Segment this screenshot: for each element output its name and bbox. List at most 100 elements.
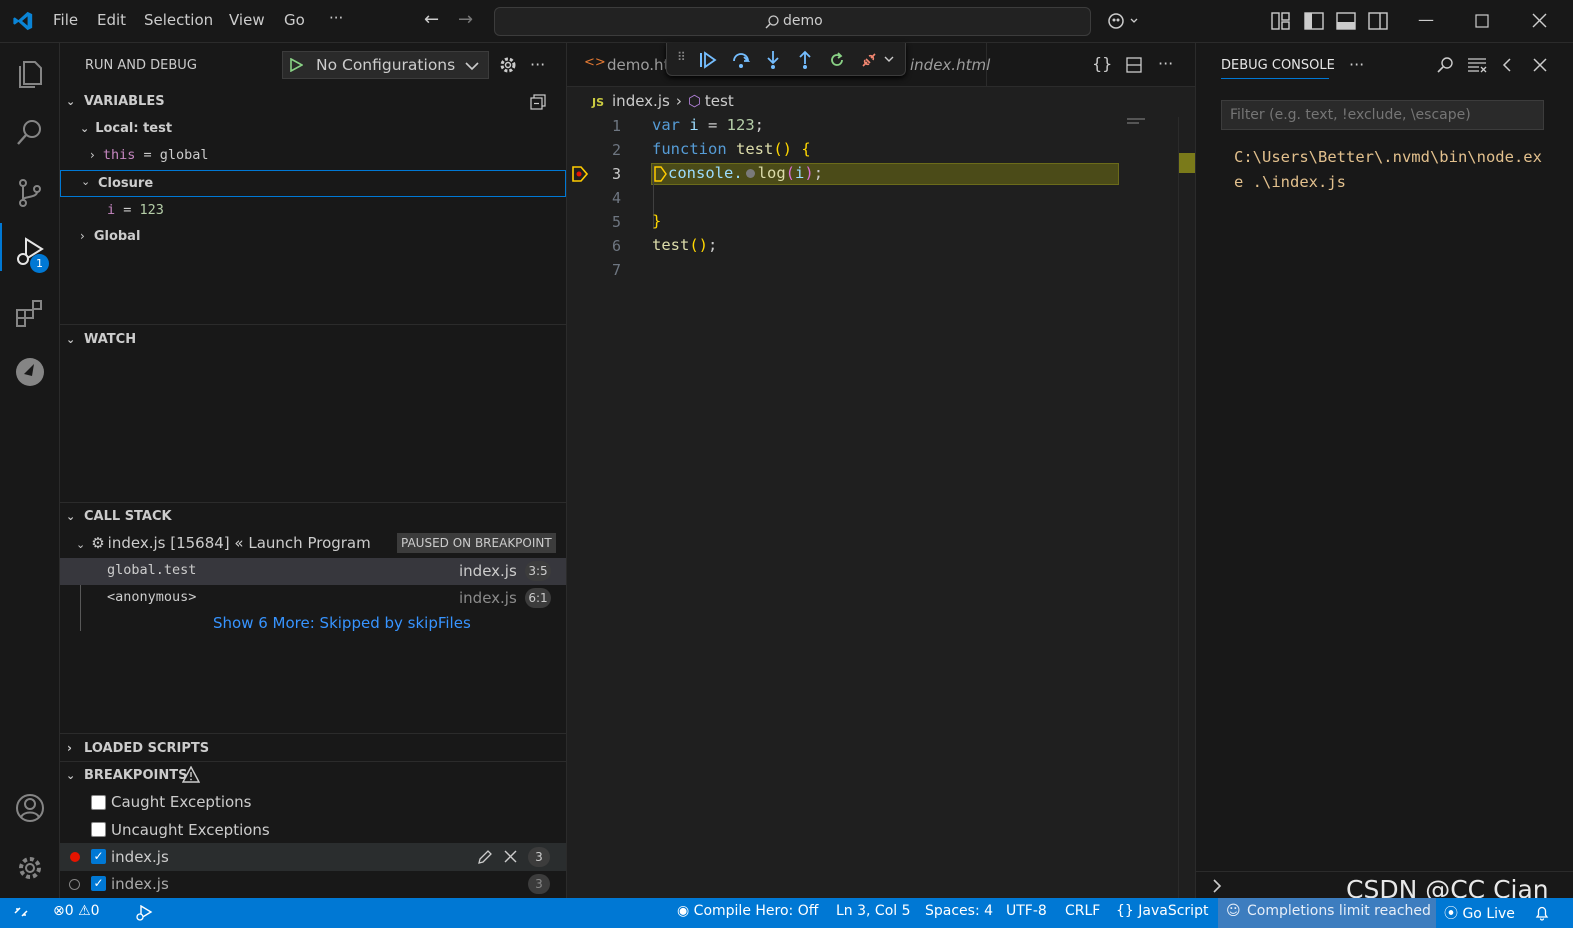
show-more-frames-link[interactable]: Show 6 More: Skipped by skipFiles bbox=[213, 614, 471, 632]
thread-row[interactable]: ⌄ ⚙ index.js [15684] « Launch Program bbox=[76, 534, 371, 552]
edit-pencil-icon[interactable] bbox=[477, 849, 493, 865]
close-window-icon[interactable] bbox=[1532, 13, 1547, 28]
copilot-icon[interactable] bbox=[1107, 11, 1139, 31]
language-mode[interactable]: {} JavaScript bbox=[1116, 903, 1208, 919]
menu-file[interactable]: File bbox=[53, 11, 78, 29]
menu-edit[interactable]: Edit bbox=[97, 11, 126, 29]
step-over-icon[interactable] bbox=[731, 51, 751, 69]
minimap[interactable] bbox=[1127, 116, 1147, 126]
menu-more[interactable]: ··· bbox=[329, 9, 343, 27]
toggle-primary-sidebar-icon[interactable] bbox=[1304, 12, 1324, 30]
chevron-down-icon: ⌄ bbox=[66, 95, 76, 108]
split-editor-icon[interactable] bbox=[1126, 57, 1142, 73]
code-line-5[interactable]: } bbox=[652, 212, 661, 230]
more-actions-icon[interactable]: ··· bbox=[530, 55, 545, 74]
manage-gear-icon[interactable] bbox=[14, 852, 46, 884]
activity-bar: 1 bbox=[0, 43, 60, 898]
token-bracket: () bbox=[689, 236, 708, 254]
code-line-1[interactable]: var i = 123; bbox=[652, 116, 764, 134]
token-function: log bbox=[757, 164, 786, 182]
stack-frame-row[interactable]: <anonymous> index.js 6:1 bbox=[60, 585, 566, 612]
remote-explorer-icon[interactable] bbox=[14, 356, 46, 388]
code-line-3[interactable]: console. log(i); bbox=[652, 164, 823, 182]
breakpoints-section-header[interactable]: ⌄ BREAKPOINTS bbox=[60, 763, 566, 787]
code-line-2[interactable]: function test() { bbox=[652, 140, 811, 158]
variables-section-header[interactable]: ⌄ VARIABLES bbox=[60, 89, 566, 113]
code-line-6[interactable]: test(); bbox=[652, 236, 717, 254]
drag-handle-icon[interactable]: ⠿ bbox=[677, 50, 686, 64]
close-panel-icon[interactable] bbox=[1533, 58, 1547, 72]
breakpoint-row[interactable]: ✓ index.js 3 bbox=[60, 843, 566, 871]
chevron-left-icon[interactable] bbox=[1502, 58, 1512, 72]
search-icon[interactable] bbox=[1436, 56, 1454, 74]
maximize-icon[interactable] bbox=[1475, 14, 1489, 28]
scope-closure-row[interactable]: ⌄ Closure bbox=[60, 170, 566, 197]
more-actions-icon[interactable]: ··· bbox=[1349, 55, 1364, 74]
eol-status[interactable]: CRLF bbox=[1065, 903, 1100, 919]
command-center-search[interactable]: demo bbox=[494, 7, 1091, 36]
step-into-icon[interactable] bbox=[764, 50, 782, 70]
cursor-position[interactable]: Ln 3, Col 5 bbox=[836, 903, 911, 919]
customize-layout-icon[interactable] bbox=[1271, 12, 1291, 30]
variable-this-row[interactable]: › this = global bbox=[90, 147, 209, 163]
checkbox-checked[interactable]: ✓ bbox=[91, 876, 106, 891]
watch-section-header[interactable]: ⌄ WATCH bbox=[60, 327, 566, 351]
toggle-panel-icon[interactable] bbox=[1336, 12, 1356, 30]
continue-icon[interactable] bbox=[699, 51, 717, 69]
scrollbar-track[interactable] bbox=[1178, 117, 1179, 898]
breakpoint-row[interactable]: ✓ index.js 3 bbox=[60, 871, 566, 898]
loaded-scripts-section-header[interactable]: › LOADED SCRIPTS bbox=[60, 736, 566, 760]
language-label: JavaScript bbox=[1138, 903, 1209, 919]
compile-hero-status[interactable]: ◉ Compile Hero: Off bbox=[677, 903, 818, 919]
token-function: test bbox=[726, 140, 774, 158]
toggle-secondary-sidebar-icon[interactable] bbox=[1368, 12, 1388, 30]
checkbox-checked[interactable]: ✓ bbox=[91, 849, 106, 864]
search-view-icon[interactable] bbox=[14, 117, 46, 149]
notifications-bell-icon[interactable] bbox=[1535, 905, 1549, 921]
vscode-logo-icon bbox=[13, 11, 33, 31]
debug-config-dropdown[interactable]: No Configurations bbox=[282, 51, 489, 79]
back-arrow-icon[interactable]: ← bbox=[424, 9, 439, 30]
token-punct: ; bbox=[708, 236, 718, 254]
format-braces-icon[interactable]: {} bbox=[1092, 54, 1112, 73]
minimize-icon[interactable]: — bbox=[1418, 10, 1434, 29]
tab-index-html[interactable]: index.html bbox=[867, 43, 990, 87]
remove-breakpoint-icon[interactable] bbox=[504, 850, 517, 863]
completions-status[interactable]: ☺ Completions limit reached bbox=[1218, 898, 1436, 928]
checkbox[interactable] bbox=[91, 822, 106, 837]
scope-global-row[interactable]: › Global bbox=[80, 229, 140, 244]
extensions-icon[interactable] bbox=[14, 297, 46, 329]
tab-debug-console[interactable]: DEBUG CONSOLE bbox=[1221, 58, 1335, 73]
start-debugging-icon[interactable] bbox=[289, 58, 303, 72]
step-out-icon[interactable] bbox=[796, 50, 814, 70]
filter-input[interactable] bbox=[1221, 100, 1544, 130]
more-actions-icon[interactable]: ··· bbox=[1158, 54, 1173, 73]
remote-indicator-icon[interactable] bbox=[13, 904, 29, 920]
collapse-all-icon[interactable] bbox=[530, 94, 546, 110]
open-launch-json-gear-icon[interactable] bbox=[499, 56, 517, 74]
indentation-status[interactable]: Spaces: 4 bbox=[925, 903, 993, 919]
eye-off-icon: ◉ bbox=[677, 903, 694, 919]
scope-local-row[interactable]: ⌄ Local: test bbox=[80, 121, 172, 136]
explorer-icon[interactable] bbox=[14, 57, 46, 89]
menu-go[interactable]: Go bbox=[284, 11, 305, 29]
go-live-status[interactable]: ⦿ Go Live bbox=[1444, 903, 1515, 923]
checkbox[interactable] bbox=[91, 795, 106, 810]
callstack-section-header[interactable]: ⌄ CALL STACK bbox=[60, 504, 566, 528]
problems-indicator[interactable]: ⊗0 ⚠0 bbox=[53, 903, 100, 919]
variable-i-row[interactable]: i = 123 bbox=[107, 202, 164, 218]
menu-selection[interactable]: Selection bbox=[144, 11, 213, 29]
console-prompt-chevron-icon[interactable] bbox=[1212, 879, 1222, 893]
breadcrumb-file[interactable]: index.js bbox=[612, 92, 670, 110]
stack-frame-row[interactable]: global.test index.js 3:5 bbox=[60, 558, 566, 585]
breadcrumb-symbol[interactable]: test bbox=[705, 92, 734, 110]
debug-status-icon[interactable] bbox=[135, 905, 153, 921]
forward-arrow-icon[interactable]: → bbox=[458, 9, 473, 30]
restart-icon[interactable] bbox=[828, 51, 846, 69]
clear-console-icon[interactable] bbox=[1467, 57, 1487, 73]
accounts-icon[interactable] bbox=[14, 792, 46, 824]
menu-view[interactable]: View bbox=[229, 11, 265, 29]
encoding-status[interactable]: UTF-8 bbox=[1006, 903, 1047, 919]
broadcast-icon: ⦿ bbox=[1444, 906, 1463, 922]
source-control-icon[interactable] bbox=[14, 177, 46, 209]
